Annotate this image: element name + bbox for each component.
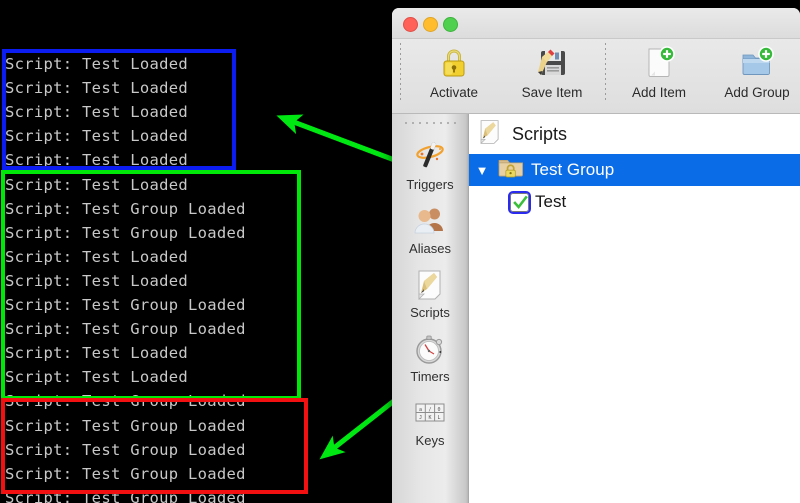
terminal-line: Script: Test Group Loaded [5,416,246,435]
terminal-output-pane[interactable]: Script: Test Loaded Script: Test Loaded Sc… [0,0,400,503]
terminal-line: Script: Test Group Loaded [5,488,246,503]
svg-text:J: J [419,415,422,421]
list-header-title: Scripts [512,123,568,144]
magic-wand-icon [392,138,468,176]
terminal-line: Script: Test Group Loaded [5,440,246,459]
terminal-line: Script: Test Loaded [5,151,189,170]
document-pencil-icon [477,118,503,151]
sidebar-item-keys[interactable]: a / 0 J K L Keys [392,394,468,448]
sidebar-item-aliases[interactable]: Aliases [392,202,468,256]
people-icon [392,202,468,240]
svg-text:a: a [419,407,422,413]
grip-dot [425,122,428,124]
list-row-test-group[interactable]: ▼ Test Group [469,154,800,186]
window-toolbar: Activate Save Item Add Item Add Group [392,39,800,114]
terminal-line: Script: Test Group Loaded [5,464,246,483]
sidebar-label-triggers: Triggers [406,177,454,192]
chevron-down-icon[interactable]: ▼ [473,163,491,178]
terminal-line: Script: Test Loaded [5,55,189,73]
close-button[interactable] [403,17,418,32]
terminal-line: Script: Test Group Loaded [5,296,246,314]
grip-dot [453,122,456,124]
grip-dot [418,122,421,124]
terminal-line: Script: Test Loaded [5,271,189,290]
window-titlebar[interactable] [392,8,800,39]
terminal-line: Script: Test Group Loaded [5,320,246,339]
sidebar-label-aliases: Aliases [409,241,451,256]
terminal-line: Script: Test Loaded [5,344,189,363]
toolbar-label-save-item: Save Item [521,85,583,100]
toolbar-separator-middle [605,43,606,103]
maximize-button[interactable] [443,17,458,32]
terminal-line: Script: Test Loaded [5,175,189,194]
terminal-line: Script: Test Loaded [5,247,189,266]
svg-text:/: / [429,407,432,413]
minimize-button[interactable] [423,17,438,32]
terminal-line: Script: Test Loaded [5,103,189,122]
keyboard-icon: a / 0 J K L [392,394,468,432]
sidebar: Triggers Aliases Scripts Timers a / 0 J … [392,114,469,503]
item-list-pane: Scripts ▼ Test Group Test [469,114,800,503]
sidebar-label-scripts: Scripts [410,305,450,320]
toolbar-label-activate: Activate [429,85,479,100]
window-content: Triggers Aliases Scripts Timers a / 0 J … [392,114,800,503]
sidebar-item-timers[interactable]: Timers [392,330,468,384]
save-floppy-pencil-icon [503,45,601,81]
terminal-line: Script: Test Loaded [5,79,189,98]
toolbar-button-add-group[interactable]: Add Group [708,39,800,100]
screenshot-root: Script: Test Loaded Script: Test Loaded Sc… [0,0,800,503]
application-window: Activate Save Item Add Item Add Group Tr… [392,8,800,503]
terminal-line: Script: Test Loaded [5,368,189,387]
folder-lock-icon [497,156,525,185]
toolbar-button-add-item[interactable]: Add Item [610,39,708,100]
grip-dot [432,122,435,124]
grip-dot [439,122,442,124]
toolbar-label-add-item: Add Item [631,85,687,100]
folder-plus-icon [708,45,800,81]
svg-text:0: 0 [438,407,441,413]
terminal-line: Script: Test Loaded [5,127,189,146]
grip-dot [404,122,407,124]
document-plus-icon [610,45,708,81]
terminal-line: Script: Test Group Loaded [5,392,246,411]
lock-icon [405,45,503,81]
sidebar-item-triggers[interactable]: Triggers [392,138,468,192]
terminal-line: Script: Test Group Loaded [5,223,246,242]
toolbar-button-save-item[interactable]: Save Item [503,39,601,100]
list-row-label-test: Test [535,192,567,211]
svg-text:K: K [429,415,432,421]
toolbar-separator-left [400,43,401,103]
sidebar-label-keys: Keys [415,433,445,448]
toolbar-button-activate[interactable]: Activate [405,39,503,100]
list-row-test[interactable]: Test [469,186,800,218]
checkbox-checked-icon[interactable] [508,190,531,214]
list-header: Scripts [469,114,800,154]
terminal-line: Script: Test Group Loaded [5,199,246,218]
sidebar-label-timers: Timers [410,369,450,384]
document-pencil-icon [392,266,468,304]
sidebar-grip-dots[interactable] [392,118,468,128]
sidebar-item-scripts[interactable]: Scripts [392,266,468,320]
stopwatch-icon [392,330,468,368]
grip-dot [411,122,414,124]
grip-dot [446,122,449,124]
toolbar-label-add-group: Add Group [724,85,790,100]
svg-text:L: L [438,415,441,421]
list-row-label-test-group: Test Group [531,160,615,179]
